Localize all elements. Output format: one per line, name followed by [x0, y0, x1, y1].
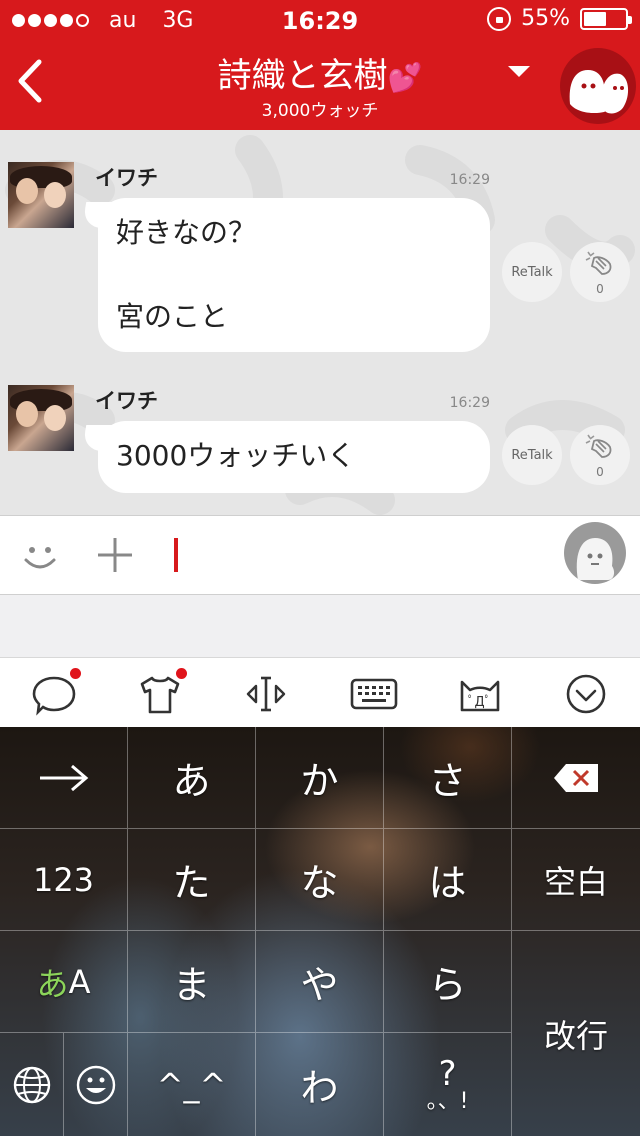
- ghost-face-icon: [576, 538, 615, 580]
- chat-title[interactable]: 詩織と玄樹💕: [140, 48, 500, 97]
- svg-text:ﾟДﾟ: ﾟДﾟ: [468, 695, 491, 710]
- mode-alpha-label: A: [68, 962, 91, 1001]
- battery-fill: [584, 11, 606, 26]
- enter-key[interactable]: 改行: [512, 931, 640, 1136]
- chevron-down-icon: [566, 674, 606, 714]
- arrow-right-key[interactable]: [0, 727, 128, 829]
- message-bubble[interactable]: 3000ウォッチいく: [98, 421, 490, 493]
- nav-bar: 詩織と玄樹💕 3,000ウォッチ: [0, 40, 640, 130]
- cat-face-icon: ﾟДﾟ: [460, 680, 500, 712]
- clap-icon: [585, 251, 612, 275]
- clap-count: 0: [596, 465, 604, 479]
- message-input-bar: [0, 515, 640, 595]
- battery-icon: [580, 7, 632, 30]
- message-line: 好きなの？: [116, 216, 257, 249]
- keyboard-icon: [350, 678, 398, 710]
- kaomoji-tool-button[interactable]: ﾟДﾟ: [454, 670, 506, 718]
- clap-icon: [585, 434, 612, 458]
- chat-area[interactable]: イワチ 16:29 好きなの？ 宮のこと ReTalk 0 イワチ 16:29 …: [0, 130, 640, 515]
- dropdown-icon[interactable]: [508, 66, 530, 77]
- keyboard-toolbar: ﾟДﾟ: [0, 657, 640, 727]
- chat-title-text: 詩織と玄樹: [217, 56, 388, 96]
- close-keyboard-button[interactable]: [562, 670, 610, 718]
- two-hearts-icon: 💕: [387, 61, 423, 94]
- members-button[interactable]: [560, 48, 636, 124]
- watch-count: 3,000ウォッチ: [261, 101, 379, 121]
- cursor-move-tool-button[interactable]: [242, 670, 290, 718]
- key-ma[interactable]: ま: [128, 931, 256, 1033]
- message-bubble[interactable]: 好きなの？ 宮のこと: [98, 198, 490, 352]
- punctuation-top-label: ?: [438, 1053, 457, 1094]
- smiley-icon: [24, 547, 56, 569]
- battery-percent: 55%: [521, 6, 570, 31]
- notification-dot: [70, 668, 81, 679]
- message-time: 16:29: [449, 395, 490, 411]
- back-chevron-icon: [18, 59, 42, 103]
- key-sa[interactable]: さ: [384, 727, 512, 829]
- globe-key[interactable]: [0, 1033, 64, 1136]
- mode-kana-label: あ: [36, 964, 69, 1003]
- back-button[interactable]: [10, 56, 50, 106]
- key-a[interactable]: あ: [128, 727, 256, 829]
- status-right: 55%: [487, 6, 632, 31]
- sender-avatar[interactable]: [8, 162, 74, 228]
- message-input[interactable]: [160, 530, 550, 580]
- keyboard-switch-button[interactable]: [348, 670, 400, 718]
- space-key[interactable]: 空白: [512, 829, 640, 931]
- key-na[interactable]: な: [256, 829, 384, 931]
- status-bar: au 3G 16:29 55%: [0, 0, 640, 40]
- key-ta[interactable]: た: [128, 829, 256, 931]
- message-line: 宮のこと: [116, 300, 229, 333]
- clap-button[interactable]: 0: [570, 425, 630, 485]
- key-ra[interactable]: ら: [384, 931, 512, 1033]
- flick-keyboard: あ か さ 123 た な は 空白 あA ま や ら 改行 ^_^ わ ? 。…: [0, 727, 640, 1136]
- arrow-right-icon: [39, 764, 88, 791]
- message-line: 3000ウォッチいく: [116, 439, 356, 472]
- sender-name: イワチ: [95, 166, 158, 190]
- notification-dot: [176, 668, 187, 679]
- backspace-key[interactable]: [512, 727, 640, 829]
- sender-avatar[interactable]: [8, 385, 74, 451]
- key-wa[interactable]: わ: [256, 1033, 384, 1136]
- text-cursor: [174, 538, 178, 572]
- message-line: [116, 254, 472, 296]
- retalk-button[interactable]: ReTalk: [502, 242, 562, 302]
- key-ka[interactable]: か: [256, 727, 384, 829]
- rotation-lock-icon: [487, 6, 512, 31]
- input-mode-key[interactable]: あA: [0, 931, 128, 1033]
- globe-icon: [13, 1066, 50, 1103]
- retalk-button[interactable]: ReTalk: [502, 425, 562, 485]
- attach-plus-button[interactable]: [96, 536, 134, 578]
- stamp-button[interactable]: [564, 522, 626, 584]
- members-icon: [569, 70, 629, 114]
- numbers-key[interactable]: 123: [0, 829, 128, 931]
- key-ha[interactable]: は: [384, 829, 512, 931]
- kaomoji-key[interactable]: ^_^: [128, 1033, 256, 1136]
- backspace-icon: [554, 763, 598, 792]
- chat-bubble-tool-button[interactable]: [30, 668, 81, 718]
- clap-button[interactable]: 0: [570, 242, 630, 302]
- sender-name: イワチ: [95, 389, 158, 413]
- plus-icon: [98, 538, 132, 572]
- punctuation-key[interactable]: ? 。、!: [384, 1033, 512, 1136]
- emoji-button[interactable]: [20, 536, 60, 580]
- message-time: 16:29: [449, 172, 490, 188]
- key-ya[interactable]: や: [256, 931, 384, 1033]
- cursor-move-icon: [246, 676, 286, 712]
- punctuation-bottom-label: 。、!: [426, 1088, 469, 1114]
- smiley-face-icon: [76, 1065, 115, 1104]
- keyboard-spacer: [0, 595, 640, 657]
- theme-tool-button[interactable]: [136, 668, 187, 718]
- emoji-key[interactable]: [64, 1033, 128, 1136]
- clap-count: 0: [596, 282, 604, 296]
